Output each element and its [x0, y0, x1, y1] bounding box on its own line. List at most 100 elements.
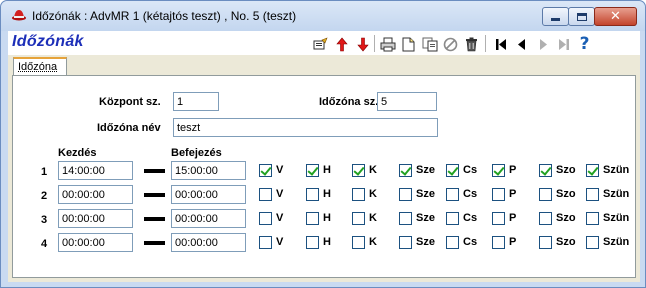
- day-checkbox[interactable]: [399, 236, 412, 249]
- day-checkbox[interactable]: [492, 164, 505, 177]
- day-checkbox[interactable]: [399, 188, 412, 201]
- new-button[interactable]: [399, 34, 418, 54]
- day-checkbox[interactable]: [586, 164, 599, 177]
- day-checkbox[interactable]: [446, 164, 459, 177]
- range-dash: [144, 241, 165, 245]
- close-icon: ✕: [610, 9, 621, 24]
- print-button[interactable]: [378, 34, 397, 54]
- day-label: V: [276, 212, 284, 224]
- start-time-field[interactable]: [58, 161, 133, 180]
- day-label: H: [323, 212, 331, 224]
- next-record-button[interactable]: [533, 34, 552, 54]
- day-checkbox[interactable]: [586, 212, 599, 225]
- edit-button[interactable]: [311, 34, 330, 54]
- day-checkbox[interactable]: [352, 212, 365, 225]
- day-checkbox[interactable]: [352, 188, 365, 201]
- start-time-field[interactable]: [58, 185, 133, 204]
- day-checkbox[interactable]: [539, 164, 552, 177]
- day-checkbox[interactable]: [492, 212, 505, 225]
- move-up-button[interactable]: [332, 34, 351, 54]
- day-checkbox[interactable]: [259, 212, 272, 225]
- tab-panel: Központ sz. Időzóna sz. Időzóna név Kezd…: [12, 75, 636, 278]
- row-number: 2: [41, 190, 48, 202]
- idozona-nev-label: Időzóna név: [97, 122, 161, 134]
- help-button[interactable]: ?: [575, 34, 594, 54]
- day-label: Cs: [463, 236, 478, 248]
- day-label: P: [509, 164, 517, 176]
- day-checkbox[interactable]: [492, 236, 505, 249]
- cancel-button[interactable]: [441, 34, 460, 54]
- day-checkbox[interactable]: [306, 188, 319, 201]
- next-record-icon: [539, 38, 547, 50]
- first-record-button[interactable]: [491, 34, 510, 54]
- edit-icon: [313, 37, 328, 50]
- day-checkbox[interactable]: [539, 212, 552, 225]
- day-checkbox[interactable]: [259, 236, 272, 249]
- move-down-button[interactable]: [353, 34, 372, 54]
- end-time-field[interactable]: [171, 209, 246, 228]
- maximize-button[interactable]: [568, 7, 595, 26]
- day-label: P: [509, 188, 517, 200]
- day-label: Szün: [603, 236, 630, 248]
- row-number: 4: [41, 238, 48, 250]
- day-checkbox[interactable]: [306, 164, 319, 177]
- day-checkbox[interactable]: [586, 236, 599, 249]
- day-label: Szo: [556, 212, 576, 224]
- window-title: Időzónák : AdvMR 1 (kétajtós teszt) , No…: [32, 9, 297, 23]
- day-checkbox[interactable]: [352, 236, 365, 249]
- minimize-button[interactable]: [542, 7, 569, 26]
- day-checkbox[interactable]: [399, 212, 412, 225]
- last-record-button[interactable]: [554, 34, 573, 54]
- delete-button[interactable]: [462, 34, 481, 54]
- range-dash: [144, 169, 165, 173]
- end-time-field[interactable]: [171, 185, 246, 204]
- toolbar-separator: [485, 35, 486, 52]
- day-label: K: [369, 212, 377, 224]
- end-time-field[interactable]: [171, 233, 246, 252]
- row-number: 3: [41, 214, 48, 226]
- kozpont-field[interactable]: [173, 92, 219, 111]
- day-checkbox[interactable]: [352, 164, 365, 177]
- day-checkbox[interactable]: [306, 212, 319, 225]
- day-label: Szo: [556, 164, 576, 176]
- day-checkbox[interactable]: [446, 188, 459, 201]
- toolbar-separator: [374, 35, 375, 52]
- end-time-field[interactable]: [171, 161, 246, 180]
- kezdes-header: Kezdés: [58, 147, 97, 159]
- day-label: Szün: [603, 212, 630, 224]
- day-checkbox[interactable]: [539, 188, 552, 201]
- previous-record-icon: [517, 38, 525, 50]
- day-label: V: [276, 188, 284, 200]
- start-time-field[interactable]: [58, 233, 133, 252]
- day-checkbox[interactable]: [446, 212, 459, 225]
- day-checkbox[interactable]: [492, 188, 505, 201]
- day-checkbox[interactable]: [259, 164, 272, 177]
- title-bar[interactable]: Időzónák : AdvMR 1 (kétajtós teszt) , No…: [1, 1, 645, 31]
- tab-idozona[interactable]: Időzóna: [13, 57, 67, 76]
- day-label: Szün: [603, 164, 630, 176]
- day-checkbox[interactable]: [586, 188, 599, 201]
- day-label: H: [323, 164, 331, 176]
- copy-button[interactable]: [420, 34, 439, 54]
- day-checkbox[interactable]: [306, 236, 319, 249]
- range-dash: [144, 193, 165, 197]
- idozona-nev-field[interactable]: [173, 118, 438, 137]
- minimize-icon: [551, 18, 560, 21]
- client-area: Időzónák ? Időzóna Központ sz. 1 Időzóna…: [8, 31, 640, 282]
- day-checkbox[interactable]: [399, 164, 412, 177]
- day-checkbox[interactable]: [446, 236, 459, 249]
- form-header: Időzónák ?: [8, 31, 640, 55]
- befejezes-header: Befejezés: [171, 147, 222, 159]
- day-checkbox[interactable]: [539, 236, 552, 249]
- idozona-sz-field[interactable]: [377, 92, 437, 111]
- day-label: Sze: [416, 236, 435, 248]
- day-checkbox[interactable]: [259, 188, 272, 201]
- day-label: K: [369, 164, 377, 176]
- start-time-field[interactable]: [58, 209, 133, 228]
- previous-record-button[interactable]: [512, 34, 531, 54]
- close-button[interactable]: ✕: [594, 7, 637, 26]
- delete-icon: [466, 37, 477, 51]
- app-hat-icon: [12, 10, 26, 21]
- kozpont-label: Központ sz.: [99, 96, 161, 108]
- new-document-icon: [402, 37, 415, 51]
